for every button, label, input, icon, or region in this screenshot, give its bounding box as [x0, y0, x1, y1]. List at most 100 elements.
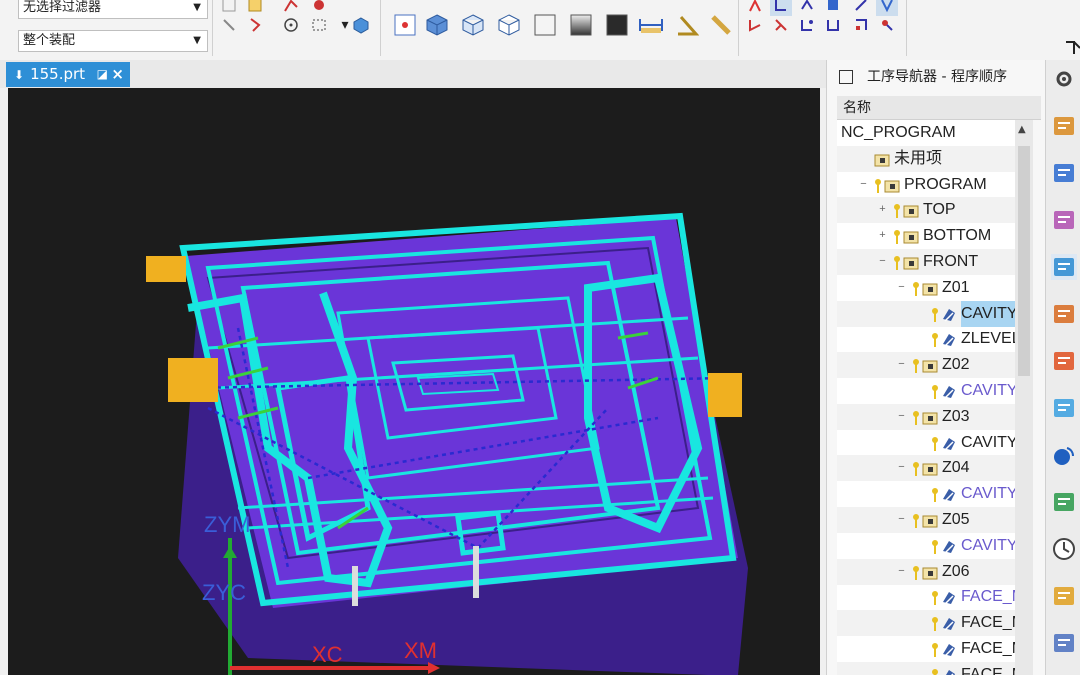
selection-filter-value: 无选择过滤器	[23, 0, 102, 15]
measure-angle-icon[interactable]	[674, 12, 700, 38]
solid-cube-icon[interactable]	[350, 14, 372, 36]
selection-filter-dropdown[interactable]: 无选择过滤器 ▼	[18, 0, 208, 19]
wcs-xc-label: XC	[312, 642, 343, 667]
snap-center-icon[interactable]	[280, 14, 302, 36]
settings-icon[interactable]	[1051, 66, 1077, 92]
operation-navigator-panel: 工序导航器 - 程序顺序 名称 NC_PROGRAM 未用项 − PROGRAM + TO…	[826, 60, 1045, 675]
reuse-library-icon[interactable]	[1051, 348, 1077, 374]
program-group-row[interactable]: − Z01	[837, 275, 1015, 301]
tab-155-prt[interactable]: ⬇ 155.prt ◪ ×	[6, 62, 130, 87]
minimize-ribbon-icon[interactable]	[1062, 36, 1080, 58]
operation-row[interactable]: CAVITY_	[837, 533, 1015, 559]
row-label: Z04	[942, 459, 970, 477]
row-label: Z01	[942, 278, 970, 296]
snap-mid-icon[interactable]	[244, 14, 266, 36]
program-group-row[interactable]: − FRONT	[837, 249, 1015, 275]
snap-end-icon[interactable]	[218, 14, 240, 36]
row-label: PROGRAM	[904, 175, 987, 193]
navigator-title-bar: 工序导航器 - 程序顺序	[827, 60, 1045, 94]
expand-icon[interactable]: +	[877, 230, 888, 241]
history-icon[interactable]	[1051, 536, 1077, 562]
gradient-background-icon[interactable]	[568, 12, 594, 38]
program-group-row[interactable]: 未用项	[837, 145, 1015, 172]
wcs-z-label: ZYC	[202, 580, 246, 605]
collapse-icon[interactable]: −	[877, 256, 888, 267]
scroll-up-icon[interactable]: ▲	[1018, 124, 1026, 135]
tree-view-icons[interactable]	[744, 14, 766, 36]
operation-row[interactable]: FACE_M	[837, 636, 1015, 662]
tree-view-icons[interactable]	[796, 14, 818, 36]
row-label: FACE_M	[961, 665, 1015, 675]
program-group-row[interactable]: − PROGRAM	[837, 172, 1015, 198]
column-header-name[interactable]: 名称	[837, 96, 1041, 120]
panel-toggle-icon[interactable]	[839, 70, 853, 84]
collapse-icon[interactable]: −	[896, 565, 907, 577]
light-background-icon[interactable]	[532, 12, 558, 38]
operation-row[interactable]: CAVITY_	[837, 481, 1015, 507]
program-group-row[interactable]: − Z04	[837, 455, 1015, 482]
document-icon[interactable]	[1051, 489, 1077, 515]
row-label: FACE_M	[961, 640, 1015, 657]
ruler-icon[interactable]	[708, 12, 734, 38]
pin-icon: ⬇	[14, 68, 25, 82]
row-label: CAVITY_	[961, 485, 1015, 503]
tree-view-icons[interactable]	[876, 14, 898, 36]
rectangle-select-icon[interactable]	[308, 14, 330, 36]
collapse-icon[interactable]: −	[896, 281, 907, 293]
shaded-cube-icon[interactable]	[424, 12, 450, 38]
program-group-row[interactable]: + TOP	[837, 197, 1015, 224]
operation-row[interactable]: FACE_M	[837, 610, 1015, 637]
tree-view-icons[interactable]	[770, 14, 792, 36]
close-icon[interactable]: ×	[111, 62, 124, 87]
row-label: CAVITY_	[961, 433, 1015, 451]
color-palette-icon[interactable]	[1051, 395, 1077, 421]
constraint-navigator-icon[interactable]	[1051, 160, 1077, 186]
scrollbar-thumb[interactable]	[1018, 146, 1030, 376]
collapse-icon[interactable]: −	[896, 462, 907, 473]
operation-tree[interactable]: NC_PROGRAM 未用项 − PROGRAM + TOP + BOTTOM − FRONT − Z…	[837, 120, 1015, 675]
program-group-row[interactable]: + BOTTOM	[837, 223, 1015, 249]
selection-scope-dropdown[interactable]: 整个装配 ▼	[18, 30, 208, 52]
row-label: CAVITY_	[961, 536, 1015, 554]
row-label: 未用项	[894, 149, 943, 167]
document-tab-bar: ⬇ 155.prt ◪ ×	[0, 60, 826, 88]
collapse-icon[interactable]: −	[896, 514, 907, 525]
program-group-row[interactable]: − Z06	[837, 558, 1015, 585]
dark-background-icon[interactable]	[604, 12, 630, 38]
program-group-row[interactable]: − Z02	[837, 352, 1015, 379]
row-label: FACE_M	[961, 588, 1015, 606]
row-label: TOP	[923, 201, 956, 219]
operation-row[interactable]: FACE_M	[837, 584, 1015, 610]
measure-distance-icon[interactable]	[638, 12, 664, 38]
collapse-icon[interactable]: −	[896, 359, 907, 370]
hidden-line-cube-icon[interactable]	[496, 12, 522, 38]
collapse-icon[interactable]: −	[896, 410, 907, 422]
collapse-icon[interactable]: −	[858, 178, 869, 190]
program-group-row[interactable]: − Z05	[837, 507, 1015, 533]
operation-row[interactable]: FACE_M	[837, 661, 1015, 675]
operation-row[interactable]: ZLEVEL_	[837, 326, 1015, 352]
program-group-row[interactable]: − Z03	[837, 403, 1015, 430]
graphics-window[interactable]: ZYM ZYC XC XM	[8, 88, 820, 675]
tree-view-icons[interactable]	[850, 14, 872, 36]
simulation-icon[interactable]	[1051, 583, 1077, 609]
operation-row[interactable]: CAVITY_	[837, 430, 1015, 456]
operation-row[interactable]: CAVITY_	[837, 378, 1015, 404]
row-label: Z06	[942, 562, 970, 580]
expand-icon[interactable]: +	[877, 204, 888, 215]
operation-navigator-icon[interactable]	[1051, 254, 1077, 280]
chart-icon[interactable]	[1051, 630, 1077, 656]
part-navigator-icon[interactable]	[1051, 207, 1077, 233]
tree-scrollbar[interactable]: ▲	[1015, 120, 1033, 675]
web-browser-icon[interactable]	[1051, 442, 1077, 468]
chevron-down-icon: ▼	[193, 35, 201, 46]
tree-view-icons[interactable]	[822, 14, 844, 36]
machine-tool-icon[interactable]	[1051, 301, 1077, 327]
row-label: Z02	[942, 356, 970, 374]
fit-view-icon[interactable]	[392, 12, 418, 38]
root-row[interactable]: NC_PROGRAM	[837, 120, 1015, 146]
wireframe-cube-icon[interactable]	[460, 12, 486, 38]
operation-row[interactable]: CAVITY_	[837, 300, 1015, 327]
wcs-xm-label: XM	[404, 638, 437, 663]
assembly-navigator-icon[interactable]	[1051, 113, 1077, 139]
